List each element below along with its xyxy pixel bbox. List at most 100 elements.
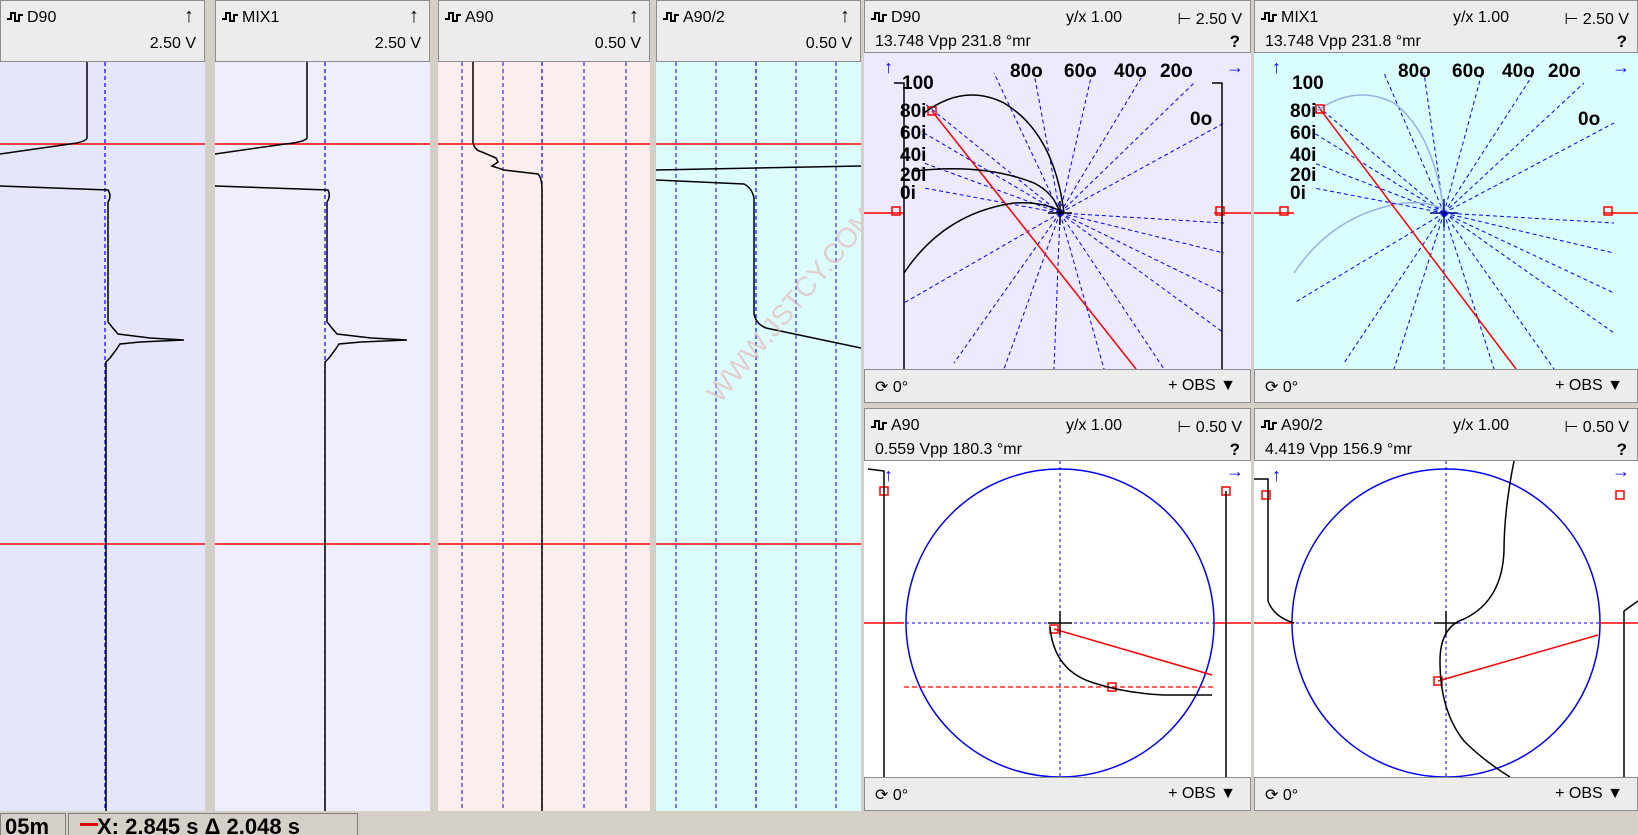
grid-label: 40o [1502, 61, 1535, 82]
channel-name: A90 [465, 9, 494, 26]
rotation-control[interactable]: ⟳ 0° [1265, 785, 1298, 805]
ratio-value[interactable]: y/x 1.00 [1066, 417, 1122, 435]
grid-label: 0i [1290, 183, 1306, 204]
up-arrow-icon[interactable]: ↑ [840, 5, 850, 28]
xy-header[interactable]: D90 y/x 1.00 ⊢ 2.50 V 13.748 Vpp 231.8 °… [864, 0, 1251, 53]
rotate-icon: ⟳ [1265, 379, 1283, 396]
grid-label: 40i [1290, 145, 1316, 166]
xy-panel-d90: D90 y/x 1.00 ⊢ 2.50 V 13.748 Vpp 231.8 °… [864, 0, 1251, 403]
strip-plot-a90[interactable] [438, 62, 650, 811]
up-arrow-icon: ↑ [884, 465, 893, 485]
xy-panel-mix1: MIX1 y/x 1.00 ⊢ 2.50 V 13.748 Vpp 231.8 … [1254, 0, 1638, 403]
status-cursor: X: 2.845 s Δ 2.048 s [68, 813, 358, 835]
xy-plot-mix1[interactable]: ↑ → 100 80i 60i 40i 20i 0i 80o 60o 40o 2… [1254, 53, 1638, 369]
channel-name: A90 [891, 417, 920, 434]
help-icon[interactable]: ? [1617, 32, 1627, 52]
up-arrow-icon[interactable]: ↑ [629, 5, 639, 28]
xy-footer: ⟳ 0° + OBS ▼ [1254, 777, 1638, 811]
obs-dropdown[interactable]: + OBS ▼ [1555, 377, 1623, 395]
xy-plot-a90[interactable]: ↑ → [864, 461, 1251, 777]
cursor-icon [80, 823, 98, 826]
xy-footer: ⟳ 0° + OBS ▼ [864, 777, 1251, 811]
grid-label: 0o [1190, 109, 1212, 130]
obs-dropdown[interactable]: + OBS ▼ [1555, 785, 1623, 803]
grid-label: 40o [1114, 61, 1147, 82]
strip-header[interactable]: A90 ↑ 0.50 V [438, 0, 650, 62]
channel-name: D90 [891, 9, 921, 26]
up-arrow-icon: ↑ [1272, 57, 1281, 77]
ratio-icon: y/x [1065, 417, 1091, 434]
scale-value[interactable]: ⊢ 2.50 V [1177, 9, 1242, 29]
scale-value[interactable]: ⊢ 0.50 V [1564, 417, 1629, 437]
grid-label: 100 [1292, 73, 1324, 94]
channel-voltage: 0.50 V [805, 35, 852, 52]
grid-label: 80i [900, 101, 926, 122]
channel-name: A90/2 [1281, 417, 1323, 434]
ratio-icon: y/x [1452, 417, 1478, 434]
channel-name: D90 [27, 9, 57, 26]
channel-voltage: 2.50 V [149, 35, 196, 52]
strip-plot-a902[interactable]: WWW.JSTCY.COM [656, 62, 861, 811]
grid-label: 20o [1548, 61, 1581, 82]
up-arrow-icon[interactable]: ↑ [184, 5, 194, 28]
xy-header[interactable]: MIX1 y/x 1.00 ⊢ 2.50 V 13.748 Vpp 231.8 … [1254, 0, 1638, 53]
help-icon[interactable]: ? [1230, 32, 1240, 52]
xy-footer: ⟳ 0° + OBS ▼ [864, 369, 1251, 403]
rotate-icon: ⟳ [875, 787, 893, 804]
help-icon[interactable]: ? [1230, 440, 1240, 460]
channel-voltage: 0.50 V [594, 35, 641, 52]
rotate-icon: ⟳ [1265, 787, 1283, 804]
reading-text: 0.559 Vpp 180.3 °mr [875, 441, 1022, 458]
status-length: 05m [0, 813, 66, 835]
rotation-control[interactable]: ⟳ 0° [875, 377, 908, 397]
scale-value[interactable]: ⊢ 0.50 V [1177, 417, 1242, 437]
rotation-control[interactable]: ⟳ 0° [875, 785, 908, 805]
reading-text: 13.748 Vpp 231.8 °mr [875, 33, 1031, 50]
grid-label: 80o [1398, 61, 1431, 82]
xy-footer: ⟳ 0° + OBS ▼ [1254, 369, 1638, 403]
grid-label: 0o [1578, 109, 1600, 130]
up-arrow-icon: ↑ [1272, 465, 1281, 485]
help-icon[interactable]: ? [1617, 440, 1627, 460]
ratio-value[interactable]: y/x 1.00 [1066, 9, 1122, 27]
xy-plot-d90[interactable]: ↑ → 100 80i 60i 40i 20i 0i 80o 60o 40o 2… [864, 53, 1251, 369]
obs-dropdown[interactable]: + OBS ▼ [1168, 377, 1236, 395]
xy-panel-a90: A90 y/x 1.00 ⊢ 0.50 V 0.559 Vpp 180.3 °m… [864, 408, 1251, 811]
xy-panel-a902: A90/2 y/x 1.00 ⊢ 0.50 V 4.419 Vpp 156.9 … [1254, 408, 1638, 811]
xy-header[interactable]: A90 y/x 1.00 ⊢ 0.50 V 0.559 Vpp 180.3 °m… [864, 408, 1251, 461]
strip-header[interactable]: A90/2 ↑ 0.50 V [656, 0, 861, 62]
strip-plot-mix1[interactable] [215, 62, 430, 811]
xy-header[interactable]: A90/2 y/x 1.00 ⊢ 0.50 V 4.419 Vpp 156.9 … [1254, 408, 1638, 461]
rotate-icon: ⟳ [875, 379, 893, 396]
grid-label: 60i [900, 123, 926, 144]
strip-plot-d90[interactable] [0, 62, 205, 811]
strip-panel-d90: D90 ↑ 2.50 V [0, 0, 205, 811]
ratio-icon: y/x [1452, 9, 1478, 26]
grid-label: 40i [900, 145, 926, 166]
ratio-value[interactable]: y/x 1.00 [1453, 417, 1509, 435]
grid-label: 80o [1010, 61, 1043, 82]
xy-plot-a902[interactable]: ↑ → [1254, 461, 1638, 777]
right-arrow-icon: → [1612, 461, 1630, 481]
channel-name: A90/2 [683, 9, 725, 26]
ratio-icon: y/x [1065, 9, 1091, 26]
right-arrow-icon: → [1612, 57, 1630, 77]
rotation-control[interactable]: ⟳ 0° [1265, 377, 1298, 397]
ratio-value[interactable]: y/x 1.00 [1453, 9, 1509, 27]
reading-text: 13.748 Vpp 231.8 °mr [1265, 33, 1421, 50]
grid-label: 100 [902, 73, 934, 94]
obs-dropdown[interactable]: + OBS ▼ [1168, 785, 1236, 803]
up-arrow-icon[interactable]: ↑ [409, 5, 419, 28]
strip-header[interactable]: MIX1 ↑ 2.50 V [215, 0, 430, 62]
reading-text: 4.419 Vpp 156.9 °mr [1265, 441, 1412, 458]
grid-label: 60o [1064, 61, 1097, 82]
right-arrow-icon: → [1226, 57, 1244, 77]
up-arrow-icon: ↑ [884, 57, 893, 77]
grid-label: 0i [900, 183, 916, 204]
status-bar: 05m X: 2.845 s Δ 2.048 s [0, 811, 1638, 835]
strip-header[interactable]: D90 ↑ 2.50 V [0, 0, 205, 62]
grid-label: 80i [1290, 101, 1316, 122]
channel-name: MIX1 [242, 9, 280, 26]
scale-value[interactable]: ⊢ 2.50 V [1564, 9, 1629, 29]
strip-panel-a902: A90/2 ↑ 0.50 V WWW.JSTCY.COM [656, 0, 861, 811]
